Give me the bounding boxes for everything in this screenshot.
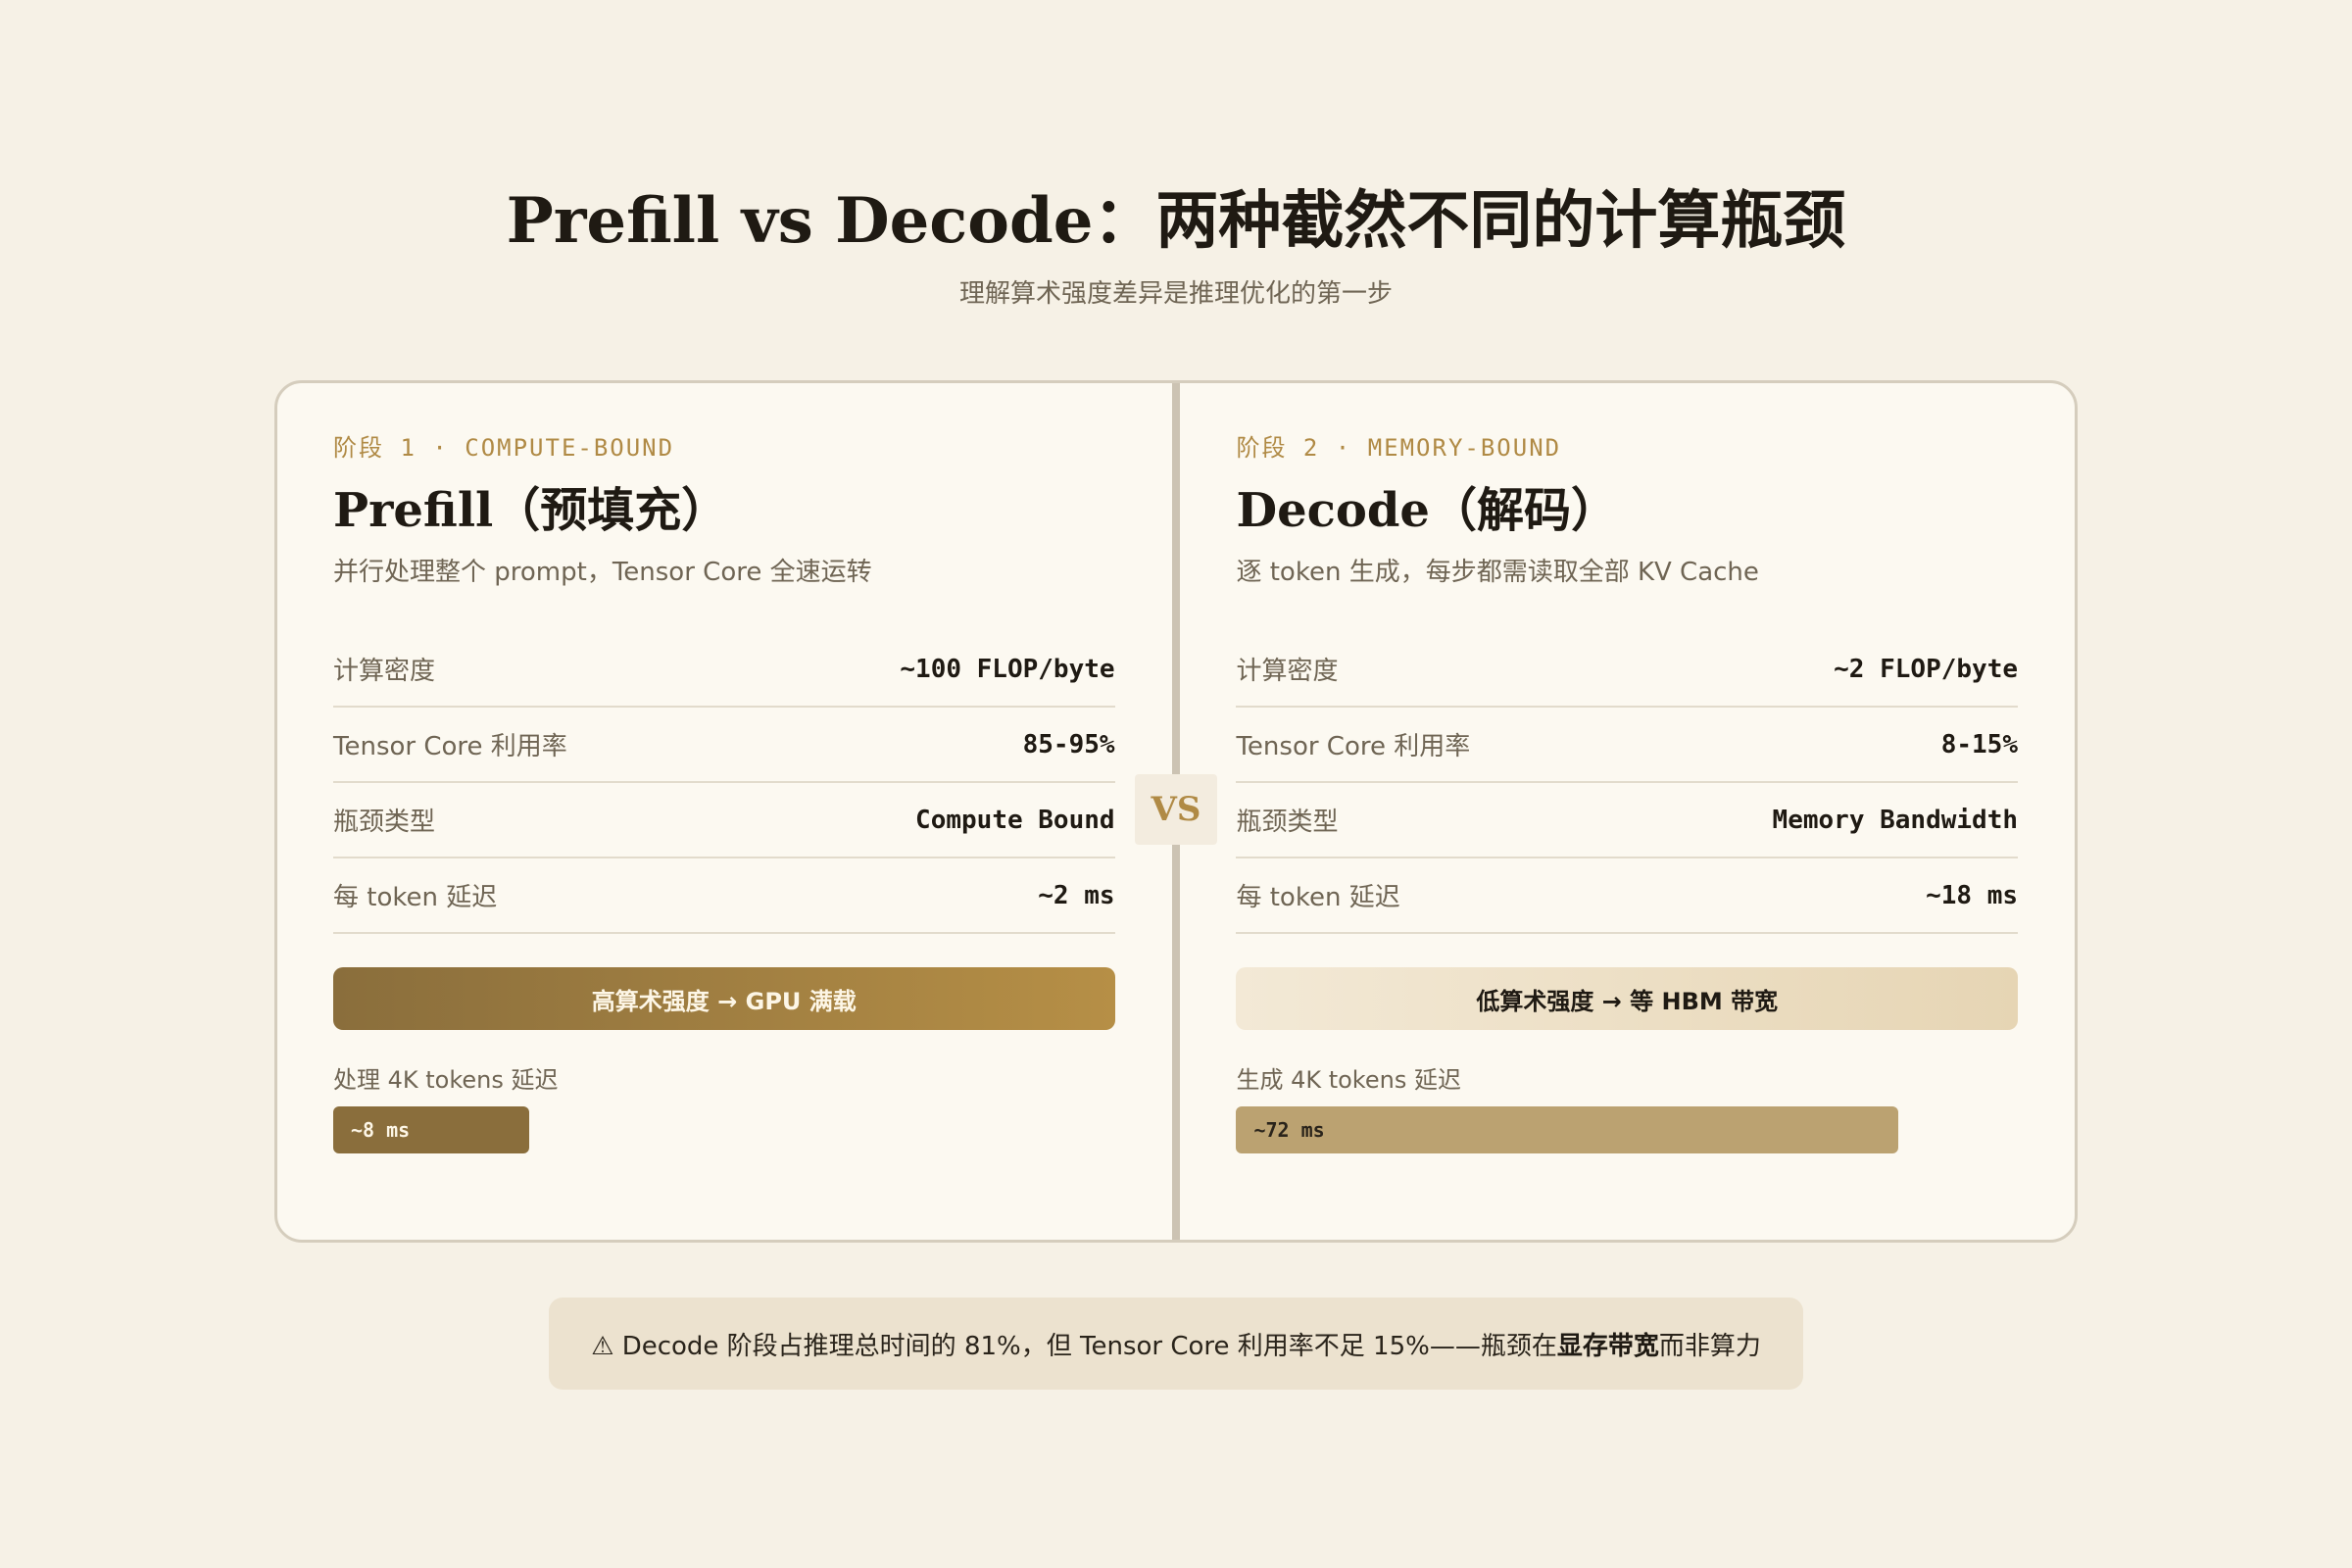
- metric-value: Compute Bound: [915, 805, 1115, 835]
- latency-label: 生成 4K tokens 延迟: [1236, 1066, 1461, 1094]
- panel-description: 逐 token 生成，每步都需读取全部 KV Cache: [1236, 558, 1759, 587]
- metric-row: 每 token 延迟 ~2 ms: [333, 858, 1115, 934]
- prefill-panel: 阶段 1 · COMPUTE-BOUND Prefill（预填充） 并行处理整个…: [277, 383, 1172, 1240]
- page-title: Prefill vs Decode：两种截然不同的计算瓶颈: [506, 184, 1846, 258]
- insight-suffix: 而非算力: [1658, 1331, 1761, 1361]
- metric-value: ~2 FLOP/byte: [1834, 654, 2018, 684]
- metric-row: Tensor Core 利用率 85-95%: [333, 708, 1115, 783]
- metric-value: ~2 ms: [1038, 880, 1115, 910]
- latency-track: ~8 ms: [333, 1106, 1115, 1153]
- metric-label: 瓶颈类型: [333, 808, 436, 837]
- verdict-banner: 低算术强度 → 等 HBM 带宽: [1236, 967, 2018, 1030]
- insight-callout: ⚠ Decode 阶段占推理总时间的 81%，但 Tensor Core 利用率…: [549, 1298, 1803, 1390]
- metric-row: 瓶颈类型 Memory Bandwidth: [1236, 783, 2018, 858]
- metric-value: 8-15%: [1940, 729, 2018, 760]
- insight-text: ⚠ Decode 阶段占推理总时间的 81%，但 Tensor Core 利用率…: [591, 1331, 1557, 1361]
- vs-badge: VS: [1135, 774, 1217, 845]
- metric-row: 瓶颈类型 Compute Bound: [333, 783, 1115, 858]
- metric-label: 每 token 延迟: [333, 883, 498, 912]
- metric-row: Tensor Core 利用率 8-15%: [1236, 708, 2018, 783]
- metrics-list: 计算密度 ~100 FLOP/byte Tensor Core 利用率 85-9…: [333, 632, 1115, 934]
- panel-title: Prefill（预填充）: [333, 483, 729, 538]
- metrics-list: 计算密度 ~2 FLOP/byte Tensor Core 利用率 8-15% …: [1236, 632, 2018, 934]
- metric-row: 计算密度 ~2 FLOP/byte: [1236, 632, 2018, 708]
- latency-label: 处理 4K tokens 延迟: [333, 1066, 559, 1094]
- panel-description: 并行处理整个 prompt，Tensor Core 全速运转: [333, 558, 872, 587]
- metric-value: ~18 ms: [1926, 880, 2018, 910]
- metric-label: 计算密度: [1236, 657, 1339, 686]
- panel-stage-label: 阶段 2 · MEMORY-BOUND: [1236, 434, 1562, 462]
- page-subtitle: 理解算术强度差异是推理优化的第一步: [958, 279, 1393, 309]
- panel-title: Decode（解码）: [1236, 483, 1618, 538]
- latency-track: ~72 ms: [1236, 1106, 2018, 1153]
- metric-label: 瓶颈类型: [1236, 808, 1339, 837]
- metric-value: Memory Bandwidth: [1772, 805, 2018, 835]
- metric-row: 计算密度 ~100 FLOP/byte: [333, 632, 1115, 708]
- metric-row: 每 token 延迟 ~18 ms: [1236, 858, 2018, 934]
- metric-value: ~100 FLOP/byte: [900, 654, 1115, 684]
- metric-label: Tensor Core 利用率: [333, 732, 567, 761]
- insight-highlight: 显存带宽: [1556, 1331, 1659, 1361]
- metric-label: Tensor Core 利用率: [1236, 732, 1471, 761]
- panel-stage-label: 阶段 1 · COMPUTE-BOUND: [333, 434, 675, 462]
- metric-value: 85-95%: [1022, 729, 1115, 760]
- decode-panel: 阶段 2 · MEMORY-BOUND Decode（解码） 逐 token 生…: [1180, 383, 2075, 1240]
- verdict-banner: 高算术强度 → GPU 满载: [333, 967, 1115, 1030]
- latency-bar: ~72 ms: [1236, 1106, 1899, 1153]
- page-header: Prefill vs Decode：两种截然不同的计算瓶颈 理解算术强度差异是推…: [0, 174, 2352, 312]
- metric-label: 计算密度: [333, 657, 436, 686]
- latency-bar: ~8 ms: [333, 1106, 529, 1153]
- metric-label: 每 token 延迟: [1236, 883, 1400, 912]
